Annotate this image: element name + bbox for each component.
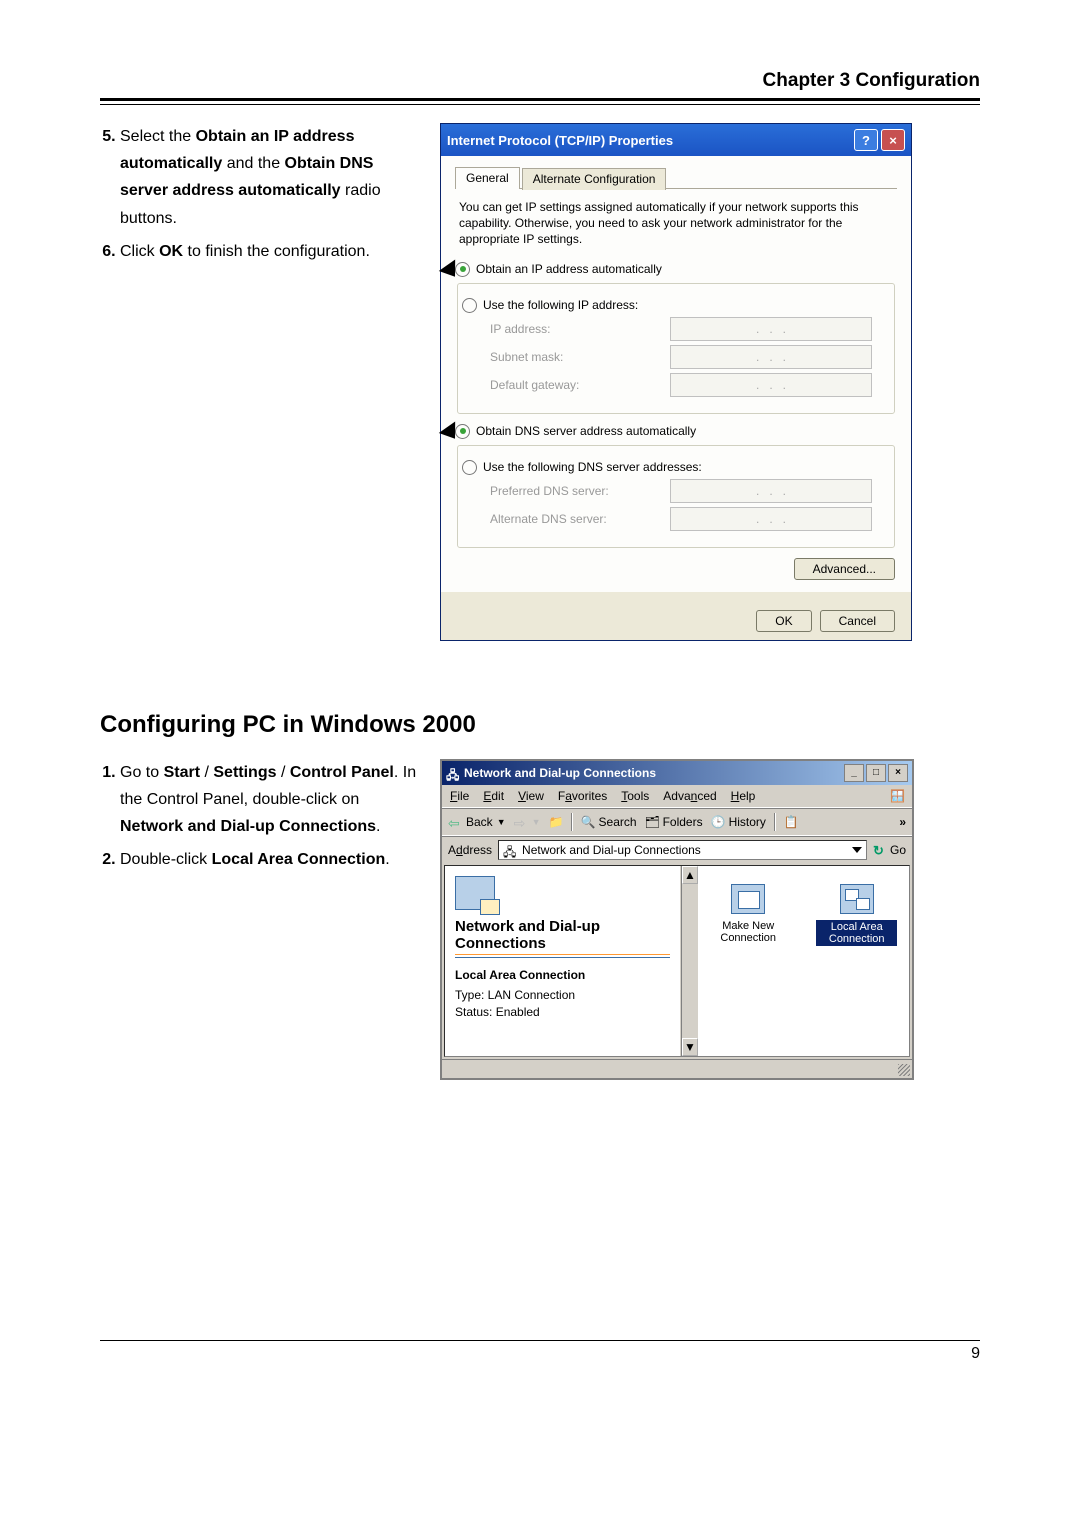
radio-manual-dns-label: Use the following DNS server addresses: bbox=[483, 460, 702, 474]
alternate-dns-label: Alternate DNS server: bbox=[490, 512, 660, 526]
scroll-down-button[interactable]: ▼ bbox=[682, 1038, 698, 1056]
folders-icon bbox=[645, 815, 659, 829]
items-pane: Make New Connection Local Area Connectio… bbox=[698, 866, 909, 1056]
dialog-description: You can get IP settings assigned automat… bbox=[459, 199, 893, 248]
toolbar: Back▼ ▼ Search Folders History 📋 » bbox=[442, 808, 912, 836]
go-icon bbox=[873, 843, 887, 857]
history-button[interactable]: History bbox=[711, 815, 766, 829]
address-field[interactable]: Network and Dial-up Connections bbox=[498, 840, 867, 860]
step-6: Click OK to finish the configuration. bbox=[120, 238, 420, 265]
network-icon bbox=[503, 843, 517, 857]
dialog-title: Internet Protocol (TCP/IP) Properties bbox=[447, 133, 673, 148]
local-area-connection-icon bbox=[840, 884, 874, 914]
step-1: Go to Start / Settings / Control Panel. … bbox=[120, 759, 420, 841]
menu-bar[interactable]: File Edit View Favorites Tools Advanced … bbox=[442, 785, 912, 808]
instructions-block-1: Select the Obtain an IP address automati… bbox=[100, 123, 420, 271]
page-number: 9 bbox=[100, 1345, 980, 1363]
header-rule bbox=[100, 98, 980, 105]
make-new-connection-icon bbox=[731, 884, 765, 914]
tcpip-properties-dialog: Internet Protocol (TCP/IP) Properties ? … bbox=[440, 123, 912, 641]
back-icon bbox=[448, 815, 462, 829]
menu-advanced[interactable]: Advanced bbox=[663, 789, 716, 803]
go-button[interactable]: Go bbox=[873, 843, 906, 857]
radio-manual-ip-label: Use the following IP address: bbox=[483, 298, 638, 312]
address-label: Address bbox=[448, 843, 492, 857]
network-connections-icon bbox=[455, 876, 495, 910]
footer-rule bbox=[100, 1340, 980, 1341]
dialog-titlebar[interactable]: Internet Protocol (TCP/IP) Properties ? … bbox=[441, 124, 911, 156]
info-panel-rule bbox=[455, 954, 670, 958]
help-button[interactable]: ? bbox=[854, 129, 878, 151]
network-connections-window: Network and Dial-up Connections _ □ × Fi… bbox=[440, 759, 914, 1080]
subnet-mask-label: Subnet mask: bbox=[490, 350, 660, 364]
forward-button[interactable]: ▼ bbox=[514, 815, 541, 829]
menu-tools[interactable]: Tools bbox=[621, 789, 649, 803]
local-area-connection-item[interactable]: Local Area Connection bbox=[816, 884, 897, 1038]
folders-button[interactable]: Folders bbox=[645, 815, 703, 829]
info-panel-subtitle: Local Area Connection bbox=[455, 968, 670, 982]
advanced-button[interactable]: Advanced... bbox=[794, 558, 895, 580]
info-panel: Network and Dial-up Connections Local Ar… bbox=[445, 866, 681, 1056]
scroll-up-button[interactable]: ▲ bbox=[682, 866, 698, 884]
up-icon bbox=[549, 815, 563, 829]
info-panel-title: Network and Dial-up Connections bbox=[455, 918, 670, 952]
search-icon bbox=[581, 815, 595, 829]
status-bar bbox=[442, 1059, 912, 1078]
radio-manual-ip[interactable] bbox=[462, 298, 477, 313]
tab-general[interactable]: General bbox=[455, 167, 520, 189]
section-heading-win2000: Configuring PC in Windows 2000 bbox=[100, 711, 980, 739]
cancel-button[interactable]: Cancel bbox=[820, 610, 895, 632]
item-label: Make New Connection bbox=[710, 920, 786, 944]
back-button[interactable]: Back▼ bbox=[448, 815, 506, 829]
preferred-dns-label: Preferred DNS server: bbox=[490, 484, 660, 498]
windows-logo-icon: 🪟 bbox=[890, 789, 904, 803]
address-value: Network and Dial-up Connections bbox=[522, 843, 701, 857]
default-gateway-label: Default gateway: bbox=[490, 378, 660, 392]
minimize-button[interactable]: _ bbox=[844, 764, 864, 782]
toolbar-overflow[interactable]: » bbox=[899, 815, 906, 829]
forward-icon bbox=[514, 815, 528, 829]
subnet-mask-field[interactable]: . . . bbox=[670, 345, 872, 369]
close-button[interactable]: × bbox=[881, 129, 905, 151]
ok-button[interactable]: OK bbox=[756, 610, 811, 632]
info-panel-status: Status: Enabled bbox=[455, 1005, 670, 1019]
ip-address-label: IP address: bbox=[490, 322, 660, 336]
maximize-button[interactable]: □ bbox=[866, 764, 886, 782]
network-icon bbox=[446, 766, 460, 780]
search-button[interactable]: Search bbox=[581, 815, 637, 829]
menu-edit[interactable]: Edit bbox=[483, 789, 504, 803]
step-2: Double-click Local Area Connection. bbox=[120, 846, 420, 873]
window-title: Network and Dial-up Connections bbox=[464, 766, 656, 780]
close-button[interactable]: × bbox=[888, 764, 908, 782]
item-label: Local Area Connection bbox=[816, 920, 897, 946]
history-icon bbox=[711, 815, 725, 829]
menu-help[interactable]: Help bbox=[731, 789, 756, 803]
toolbar-extra-button[interactable]: 📋 bbox=[784, 815, 799, 829]
instructions-block-2: Go to Start / Settings / Control Panel. … bbox=[100, 759, 420, 880]
tab-alternate[interactable]: Alternate Configuration bbox=[522, 168, 667, 190]
preferred-dns-field[interactable]: . . . bbox=[670, 479, 872, 503]
info-panel-type: Type: LAN Connection bbox=[455, 988, 670, 1002]
make-new-connection-item[interactable]: Make New Connection bbox=[710, 884, 786, 1038]
menu-view[interactable]: View bbox=[518, 789, 544, 803]
radio-auto-dns-label: Obtain DNS server address automatically bbox=[476, 424, 696, 438]
menu-favorites[interactable]: Favorites bbox=[558, 789, 607, 803]
menu-file[interactable]: File bbox=[450, 789, 469, 803]
default-gateway-field[interactable]: . . . bbox=[670, 373, 872, 397]
chapter-header: Chapter 3 Configuration bbox=[100, 70, 980, 92]
window-titlebar[interactable]: Network and Dial-up Connections _ □ × bbox=[442, 761, 912, 785]
toolbar-separator bbox=[571, 813, 573, 831]
address-bar: Address Network and Dial-up Connections … bbox=[442, 836, 912, 863]
radio-auto-ip-label: Obtain an IP address automatically bbox=[476, 262, 662, 276]
left-scrollbar[interactable]: ▲ ▼ bbox=[681, 866, 698, 1056]
alternate-dns-field[interactable]: . . . bbox=[670, 507, 872, 531]
ip-address-field[interactable]: . . . bbox=[670, 317, 872, 341]
step-5: Select the Obtain an IP address automati… bbox=[120, 123, 420, 232]
dropdown-arrow-icon[interactable] bbox=[852, 847, 862, 853]
up-button[interactable] bbox=[549, 815, 563, 829]
resize-grip[interactable] bbox=[898, 1064, 910, 1076]
radio-manual-dns[interactable] bbox=[462, 460, 477, 475]
toolbar-separator bbox=[774, 813, 776, 831]
